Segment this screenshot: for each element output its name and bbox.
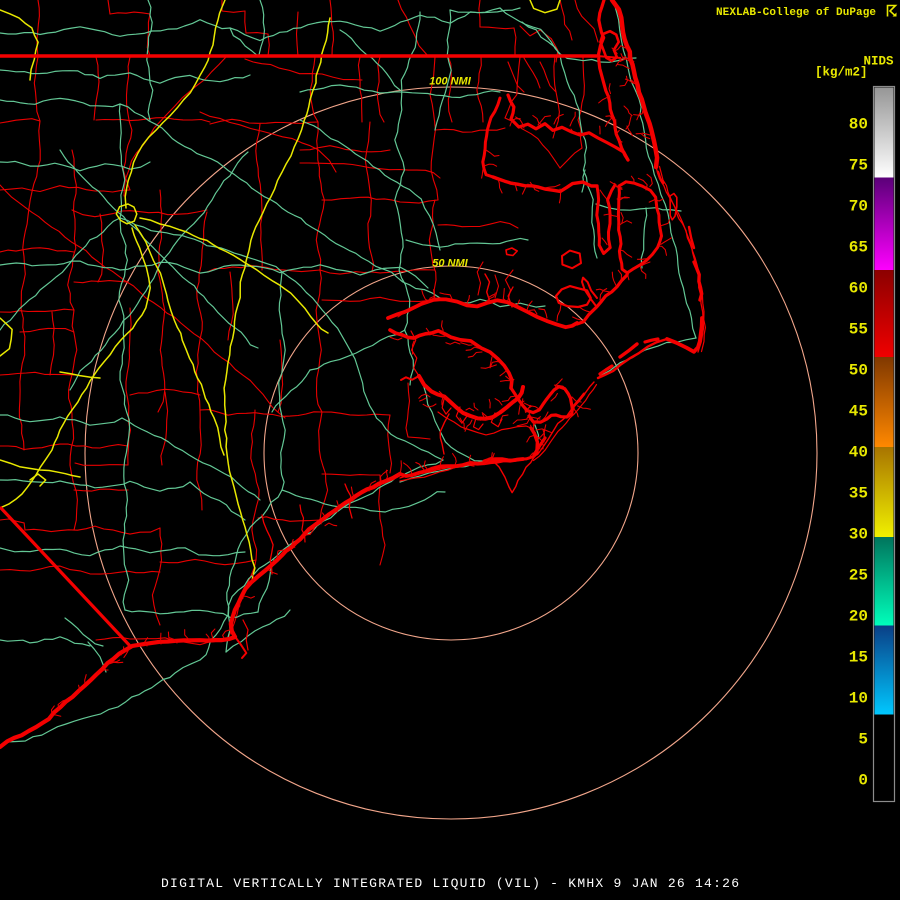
svg-text:20: 20 (849, 608, 868, 626)
svg-text:100 NMI: 100 NMI (429, 76, 472, 88)
svg-text:80: 80 (849, 116, 868, 134)
svg-text:60: 60 (849, 280, 868, 298)
svg-text:65: 65 (849, 239, 868, 257)
svg-text:35: 35 (849, 485, 868, 503)
svg-text:40: 40 (849, 444, 868, 462)
svg-text:0: 0 (858, 772, 868, 790)
svg-text:NIDS: NIDS (863, 55, 894, 69)
svg-text:NEXLAB-College of DuPage: NEXLAB-College of DuPage (716, 7, 876, 19)
svg-text:55: 55 (849, 321, 868, 339)
svg-text:5: 5 (858, 731, 868, 749)
svg-text:[kg/m2]: [kg/m2] (815, 66, 868, 80)
svg-text:70: 70 (849, 198, 868, 216)
svg-text:25: 25 (849, 567, 868, 585)
svg-text:50: 50 (849, 362, 868, 380)
svg-text:15: 15 (849, 649, 868, 667)
svg-text:30: 30 (849, 526, 868, 544)
svg-text:DIGITAL VERTICALLY INTEGRATED: DIGITAL VERTICALLY INTEGRATED LIQUID (VI… (161, 876, 739, 891)
svg-text:45: 45 (849, 403, 868, 421)
svg-text:75: 75 (849, 157, 868, 175)
svg-text:50 NMI: 50 NMI (432, 258, 468, 270)
svg-text:10: 10 (849, 690, 868, 708)
